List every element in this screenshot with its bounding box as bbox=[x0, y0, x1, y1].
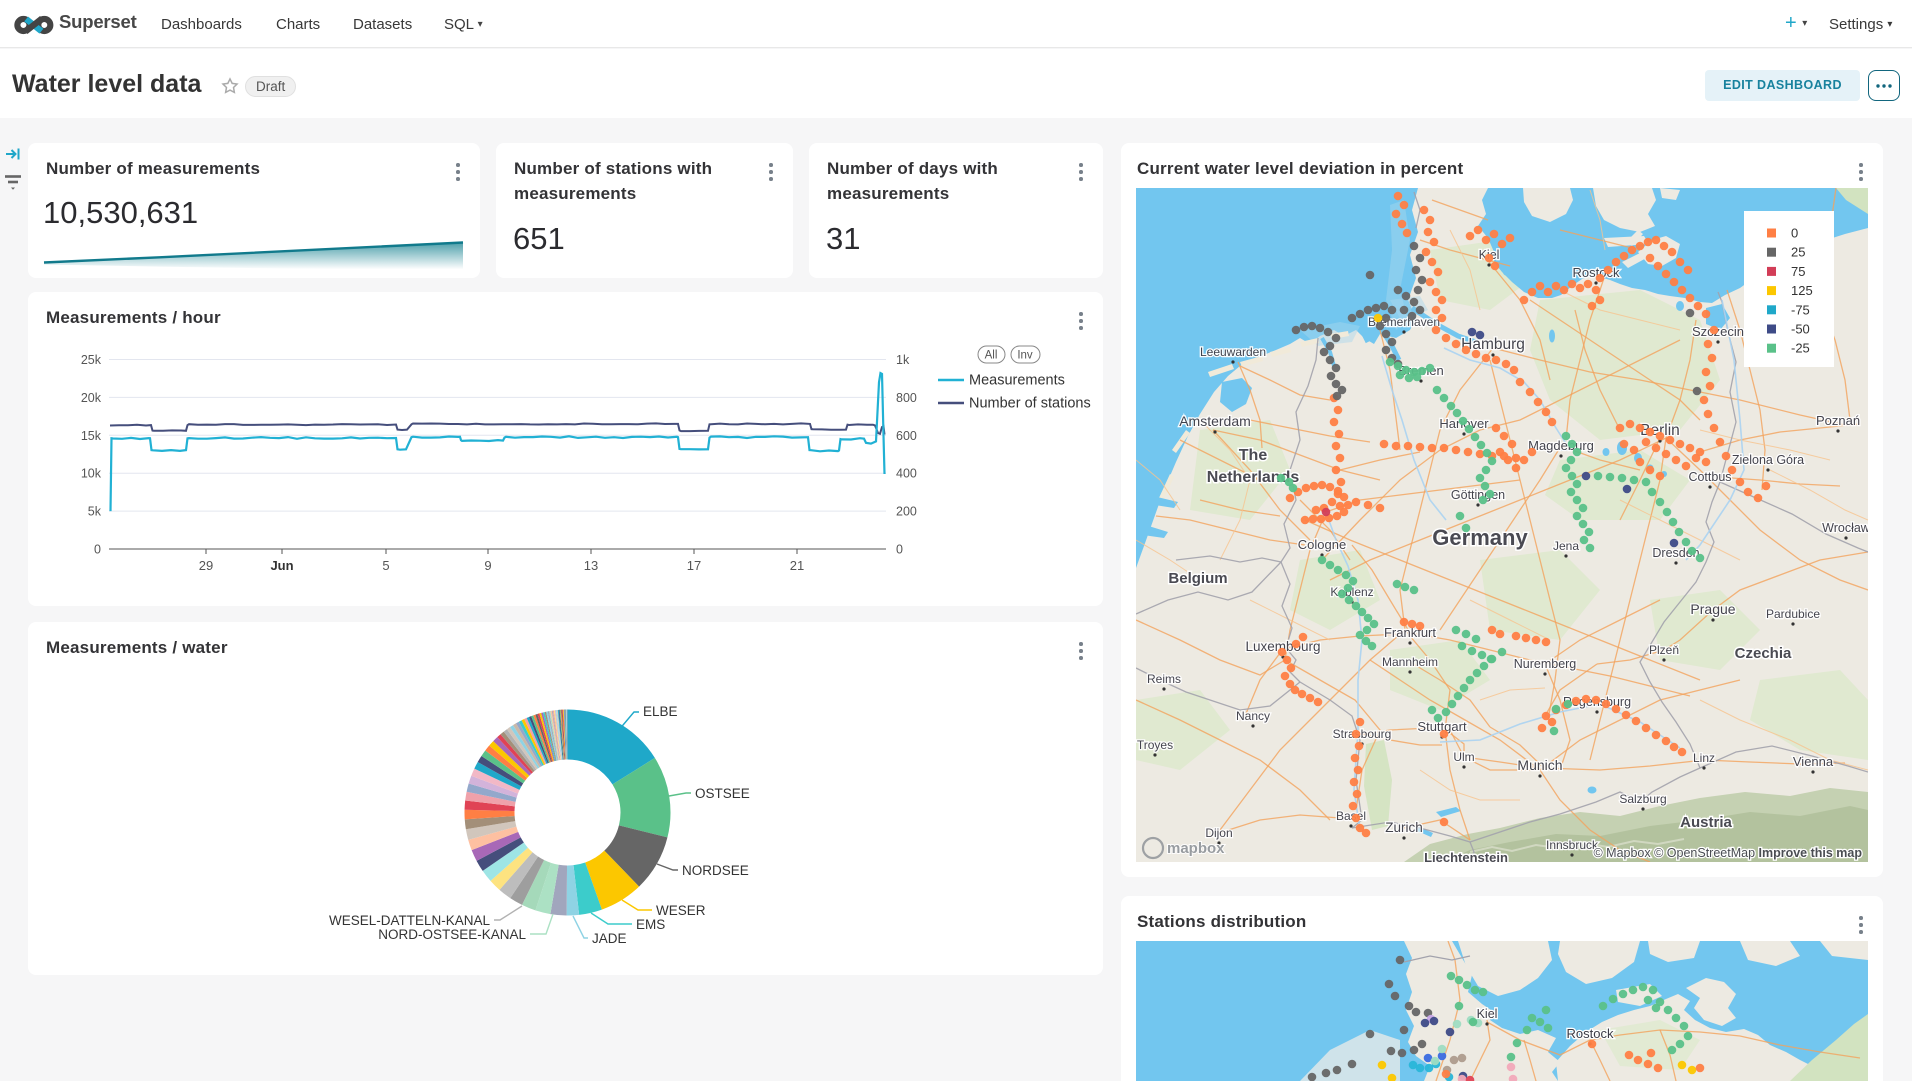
svg-text:25k: 25k bbox=[81, 353, 102, 367]
svg-text:Cottbus: Cottbus bbox=[1688, 470, 1731, 484]
svg-text:17: 17 bbox=[687, 558, 701, 573]
svg-text:Jun: Jun bbox=[270, 558, 293, 573]
svg-text:Belgium: Belgium bbox=[1168, 570, 1227, 587]
svg-text:20k: 20k bbox=[81, 391, 102, 405]
svg-text:13: 13 bbox=[584, 558, 598, 573]
svg-text:© Mapbox © OpenStreetMap Impro: © Mapbox © OpenStreetMap Improve this ma… bbox=[1593, 846, 1862, 860]
svg-text:Jena: Jena bbox=[1553, 539, 1579, 553]
svg-text:0: 0 bbox=[94, 543, 101, 557]
svg-text:9: 9 bbox=[484, 558, 491, 573]
svg-text:Reims: Reims bbox=[1147, 672, 1181, 686]
svg-text:WESEL-DATTELN-KANAL: WESEL-DATTELN-KANAL bbox=[329, 913, 491, 928]
svg-text:Munich: Munich bbox=[1517, 757, 1562, 773]
svg-text:Germany: Germany bbox=[1432, 525, 1528, 550]
svg-text:1k: 1k bbox=[896, 353, 910, 367]
svg-text:NORDSEE: NORDSEE bbox=[682, 863, 749, 878]
svg-text:WESER: WESER bbox=[656, 903, 706, 918]
svg-text:29: 29 bbox=[199, 558, 213, 573]
svg-text:800: 800 bbox=[896, 391, 917, 405]
svg-text:EMS: EMS bbox=[636, 917, 665, 932]
svg-text:Leeuwarden: Leeuwarden bbox=[1200, 345, 1266, 359]
svg-text:Measurements: Measurements bbox=[969, 373, 1065, 389]
svg-text:5: 5 bbox=[382, 558, 389, 573]
svg-text:Hamburg: Hamburg bbox=[1461, 336, 1525, 353]
svg-text:Pardubice: Pardubice bbox=[1766, 607, 1820, 621]
svg-text:OSTSEE: OSTSEE bbox=[695, 786, 750, 801]
svg-text:Number of stations: Number of stations bbox=[969, 396, 1091, 412]
svg-text:Magdeburg: Magdeburg bbox=[1528, 438, 1594, 453]
svg-text:Zurich: Zurich bbox=[1385, 820, 1423, 835]
svg-text:Salzburg: Salzburg bbox=[1619, 792, 1666, 806]
svg-text:600: 600 bbox=[896, 429, 917, 443]
svg-text:Strasbourg: Strasbourg bbox=[1333, 727, 1392, 741]
svg-text:0: 0 bbox=[1791, 226, 1798, 241]
svg-text:Liechtenstein: Liechtenstein bbox=[1424, 850, 1508, 862]
svg-text:mapbox: mapbox bbox=[1167, 840, 1225, 857]
svg-text:Linz: Linz bbox=[1693, 751, 1715, 765]
svg-text:Basel: Basel bbox=[1336, 809, 1366, 823]
svg-text:Czechia: Czechia bbox=[1735, 645, 1792, 662]
svg-text:15k: 15k bbox=[81, 429, 102, 443]
svg-text:ELBE: ELBE bbox=[643, 704, 678, 719]
svg-text:-75: -75 bbox=[1791, 302, 1810, 317]
svg-text:Mannheim: Mannheim bbox=[1382, 655, 1438, 669]
svg-text:200: 200 bbox=[896, 505, 917, 519]
svg-text:Nuremberg: Nuremberg bbox=[1514, 657, 1577, 671]
svg-text:Göttingen: Göttingen bbox=[1451, 488, 1505, 502]
svg-text:Plzeň: Plzeň bbox=[1649, 643, 1679, 657]
svg-text:The: The bbox=[1239, 447, 1268, 464]
svg-text:NORD-OSTSEE-KANAL: NORD-OSTSEE-KANAL bbox=[378, 927, 526, 942]
svg-text:Inv: Inv bbox=[1017, 350, 1033, 362]
svg-text:Amsterdam: Amsterdam bbox=[1179, 413, 1251, 429]
svg-text:Troyes: Troyes bbox=[1137, 738, 1173, 752]
svg-text:125: 125 bbox=[1791, 283, 1813, 298]
svg-text:Cologne: Cologne bbox=[1298, 537, 1346, 552]
svg-text:5k: 5k bbox=[88, 505, 102, 519]
svg-text:Prague: Prague bbox=[1690, 601, 1735, 617]
svg-text:Vienna: Vienna bbox=[1793, 754, 1834, 769]
svg-text:-50: -50 bbox=[1791, 322, 1810, 337]
svg-text:Rostock: Rostock bbox=[1567, 1026, 1614, 1041]
svg-text:Wrocław: Wrocław bbox=[1822, 521, 1868, 535]
svg-text:25: 25 bbox=[1791, 245, 1805, 260]
svg-text:Ulm: Ulm bbox=[1453, 750, 1474, 764]
svg-text:0: 0 bbox=[896, 543, 903, 557]
svg-text:Kiel: Kiel bbox=[1477, 1007, 1498, 1021]
svg-text:Poznań: Poznań bbox=[1816, 413, 1860, 428]
svg-text:400: 400 bbox=[896, 467, 917, 481]
svg-text:All: All bbox=[985, 350, 998, 362]
svg-text:Innsbruck: Innsbruck bbox=[1546, 838, 1599, 852]
svg-text:JADE: JADE bbox=[592, 931, 627, 946]
svg-text:Austria: Austria bbox=[1680, 814, 1732, 831]
svg-text:75: 75 bbox=[1791, 264, 1805, 279]
svg-text:Nancy: Nancy bbox=[1236, 709, 1270, 723]
svg-text:Zielona Góra: Zielona Góra bbox=[1732, 453, 1804, 467]
svg-text:10k: 10k bbox=[81, 467, 102, 481]
svg-text:21: 21 bbox=[790, 558, 804, 573]
svg-text:-25: -25 bbox=[1791, 341, 1810, 356]
svg-text:Dijon: Dijon bbox=[1205, 826, 1232, 840]
